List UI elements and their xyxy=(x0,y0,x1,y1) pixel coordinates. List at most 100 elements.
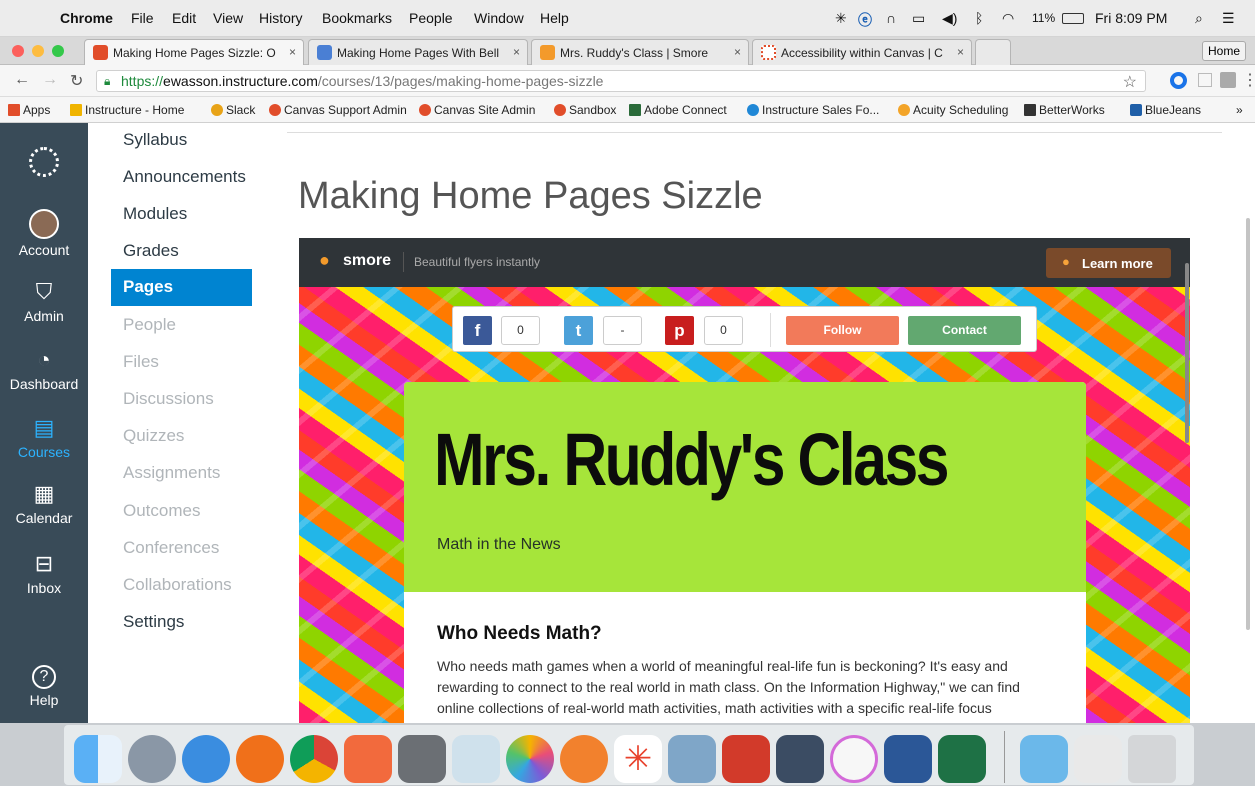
profile-button[interactable]: Home xyxy=(1202,41,1246,61)
menu-people[interactable]: People xyxy=(409,10,453,26)
bluetooth-icon[interactable]: ᛒ xyxy=(975,10,983,26)
itunes-icon[interactable] xyxy=(830,735,878,783)
extension-o-icon[interactable] xyxy=(1170,72,1187,89)
follow-button[interactable]: Follow xyxy=(786,316,899,345)
menu-bookmarks[interactable]: Bookmarks xyxy=(322,10,392,26)
e-status-icon[interactable]: ⓔ xyxy=(858,10,872,30)
menu-chrome[interactable]: Chrome xyxy=(60,10,113,26)
trash-icon[interactable] xyxy=(1128,735,1176,783)
word-icon[interactable] xyxy=(884,735,932,783)
bookmark-apps[interactable]: Apps xyxy=(8,103,50,117)
bookmark-star-icon[interactable]: ☆ xyxy=(1123,72,1137,92)
nav-account[interactable]: Account xyxy=(0,209,88,258)
learn-more-button[interactable]: ● Learn more xyxy=(1046,248,1171,278)
bookmark-acuity-scheduling[interactable]: Acuity Scheduling xyxy=(898,103,1008,117)
image-capture-icon[interactable] xyxy=(668,735,716,783)
back-icon[interactable]: ← xyxy=(14,71,30,89)
course-nav-syllabus[interactable]: Syllabus xyxy=(123,130,187,150)
embed-scrollbar[interactable] xyxy=(1185,263,1189,443)
nav-inbox[interactable]: ⊟ Inbox xyxy=(0,551,88,596)
system-preferences-icon[interactable] xyxy=(398,735,446,783)
bookmark-betterworks[interactable]: BetterWorks xyxy=(1024,103,1105,117)
notification-center-icon[interactable]: ☰ xyxy=(1222,10,1235,27)
menu-edit[interactable]: Edit xyxy=(172,10,196,26)
bookmark-canvas-site-admin[interactable]: Canvas Site Admin xyxy=(419,103,535,117)
course-nav-quizzes[interactable]: Quizzes xyxy=(123,426,184,446)
course-nav-files[interactable]: Files xyxy=(123,352,159,372)
bookmark-slack[interactable]: Slack xyxy=(211,103,255,117)
asterisk-app-icon[interactable]: ✳ xyxy=(614,735,662,783)
tab-making-home-pages-sizzle[interactable]: Making Home Pages Sizzle: O × xyxy=(84,39,304,66)
page-scrollbar[interactable] xyxy=(1246,218,1250,630)
course-nav-modules[interactable]: Modules xyxy=(123,204,187,224)
volume-icon[interactable]: ◀) xyxy=(942,10,957,27)
tab-close-icon[interactable]: × xyxy=(734,45,741,59)
bluetooth-status-icon[interactable]: ✳ xyxy=(835,10,847,27)
clock[interactable]: Fri 8:09 PM xyxy=(1095,10,1167,26)
course-nav-assignments[interactable]: Assignments xyxy=(123,463,220,483)
headphones-status-icon[interactable]: ∩ xyxy=(886,10,896,26)
course-nav-people[interactable]: People xyxy=(123,315,176,335)
tab-making-home-pages-bell[interactable]: Making Home Pages With Bell × xyxy=(308,39,528,65)
bookmarks-overflow-icon[interactable]: » xyxy=(1236,103,1243,117)
tab-close-icon[interactable]: × xyxy=(957,45,964,59)
course-nav-outcomes[interactable]: Outcomes xyxy=(123,501,200,521)
pinterest-share-button[interactable]: p xyxy=(665,316,694,345)
nav-admin[interactable]: ⛉ Admin xyxy=(0,279,88,324)
tab-close-icon[interactable]: × xyxy=(513,45,520,59)
course-nav-collaborations[interactable]: Collaborations xyxy=(123,575,232,595)
window-minimize-button[interactable] xyxy=(32,45,44,57)
course-nav-announcements[interactable]: Announcements xyxy=(123,167,246,187)
contact-button[interactable]: Contact xyxy=(908,316,1021,345)
excel-icon[interactable] xyxy=(938,735,986,783)
bookmark-adobe-connect[interactable]: Adobe Connect xyxy=(629,103,727,117)
nav-calendar[interactable]: ▦ Calendar xyxy=(0,481,88,526)
smore-brand[interactable]: smore xyxy=(343,252,391,270)
tab-close-icon[interactable]: × xyxy=(289,45,296,59)
window-close-button[interactable] xyxy=(12,45,24,57)
menu-help[interactable]: Help xyxy=(540,10,569,26)
tab-mrs-ruddys-class[interactable]: Mrs. Ruddy's Class | Smore × xyxy=(531,39,749,65)
ibooks-icon[interactable] xyxy=(560,735,608,783)
course-nav-discussions[interactable]: Discussions xyxy=(123,389,214,409)
bookmark-sandbox[interactable]: Sandbox xyxy=(554,103,616,117)
bookmark-instructure-sales[interactable]: Instructure Sales Fo... xyxy=(747,103,879,117)
facebook-share-button[interactable]: f xyxy=(463,316,492,345)
finder-icon[interactable] xyxy=(74,735,122,783)
reload-icon[interactable]: ↻ xyxy=(70,71,83,91)
battery-percent[interactable]: 11% xyxy=(1032,11,1055,25)
nav-help[interactable]: ? Help xyxy=(0,665,88,708)
smore-app-icon[interactable] xyxy=(344,735,392,783)
course-nav-settings[interactable]: Settings xyxy=(123,612,184,632)
canvas-logo[interactable] xyxy=(0,147,88,180)
screen-sharing-icon[interactable] xyxy=(776,735,824,783)
airplay-icon[interactable]: ▭ xyxy=(912,10,925,27)
course-nav-pages[interactable]: Pages xyxy=(111,269,252,306)
menu-view[interactable]: View xyxy=(213,10,243,26)
safari-icon[interactable] xyxy=(182,735,230,783)
firefox-icon[interactable] xyxy=(236,735,284,783)
extension-screenshot-icon[interactable] xyxy=(1220,72,1236,88)
reeder-icon[interactable] xyxy=(722,735,770,783)
photos-icon[interactable] xyxy=(506,735,554,783)
bookmark-instructure-home[interactable]: Instructure - Home xyxy=(70,103,184,117)
wifi-icon[interactable]: ◠ xyxy=(1002,10,1014,27)
chrome-menu-icon[interactable]: ⋮ xyxy=(1242,70,1255,90)
chrome-icon[interactable] xyxy=(290,735,338,783)
extension-reader-icon[interactable] xyxy=(1198,73,1212,87)
nav-courses[interactable]: ▤ Courses xyxy=(0,415,88,460)
spotlight-search-icon[interactable]: ⌕ xyxy=(1195,10,1203,27)
menu-window[interactable]: Window xyxy=(474,10,524,26)
tab-accessibility-canvas[interactable]: Accessibility within Canvas | C × xyxy=(752,39,972,65)
battery-icon[interactable] xyxy=(1062,13,1084,24)
twitter-share-button[interactable]: t xyxy=(564,316,593,345)
menu-file[interactable]: File xyxy=(131,10,154,26)
menu-history[interactable]: History xyxy=(259,10,303,26)
forward-icon[interactable]: → xyxy=(42,71,58,89)
url-field[interactable]: 🔒︎ https://ewasson.instructure.com/cours… xyxy=(96,70,1146,92)
bookmark-bluejeans[interactable]: BlueJeans xyxy=(1130,103,1201,117)
course-nav-conferences[interactable]: Conferences xyxy=(123,538,219,558)
launchpad-icon[interactable] xyxy=(128,735,176,783)
nav-dashboard[interactable]: ◔ Dashboard xyxy=(0,347,88,392)
preview-icon[interactable] xyxy=(452,735,500,783)
